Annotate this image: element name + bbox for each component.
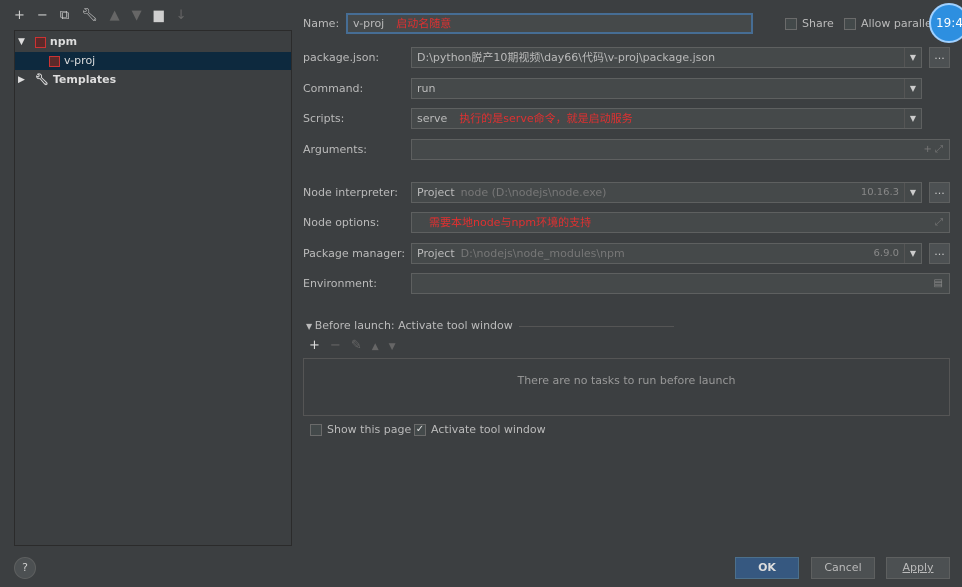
tree-item-npm[interactable]: ▼ npm (15, 33, 291, 51)
name-input[interactable]: v-proj 启动名随意 (346, 13, 753, 34)
up-icon[interactable]: ▲ (372, 338, 379, 356)
remove-icon[interactable]: − (330, 338, 341, 356)
config-tree: ▼ npm v-proj ▶ 🔧︎ Templates (14, 30, 292, 546)
pm-browse-button[interactable]: ... (929, 243, 950, 264)
scripts-select[interactable]: serve 执行的是serve命令，就是启动服务 ▼ (411, 108, 922, 129)
chevron-down-icon: ▼ (904, 79, 921, 98)
command-select[interactable]: run ▼ (411, 78, 922, 99)
name-label: Name: (303, 17, 340, 30)
environment-input[interactable]: ▤ (411, 273, 950, 294)
annotation: 执行的是serve命令，就是启动服务 (459, 112, 633, 125)
before-launch-header[interactable]: ▼ Before launch: Activate tool window (306, 319, 674, 332)
list-icon: ▤ (933, 278, 943, 289)
interpreter-browse-button[interactable]: ... (929, 182, 950, 203)
expand-icon: + ⤢ (923, 144, 943, 155)
collapse-icon: ▼ (306, 322, 315, 331)
help-button[interactable]: ? (14, 557, 36, 579)
share-checkbox[interactable]: Share (785, 17, 834, 30)
package-json-select[interactable]: D:\python脱产10期视频\day66\代码\v-proj\package… (411, 47, 922, 68)
down-icon[interactable]: ▼ (389, 338, 396, 356)
environment-label: Environment: (303, 277, 377, 290)
folder-icon[interactable]: ▆ (154, 8, 164, 23)
node-options-input[interactable]: 需要本地node与npm环境的支持 ⤢ (411, 212, 950, 233)
apply-button[interactable]: Apply (886, 557, 950, 579)
activate-tool-window-checkbox[interactable]: ✓ Activate tool window (414, 423, 546, 436)
tree-item-v-proj[interactable]: v-proj (15, 52, 291, 70)
browse-button[interactable]: ... (929, 47, 950, 68)
node-options-label: Node options: (303, 216, 380, 229)
expand-icon[interactable]: ▼ (18, 33, 25, 51)
ok-button[interactable]: OK (735, 557, 799, 579)
node-interpreter-select[interactable]: Project node (D:\nodejs\node.exe) 10.16.3 ▼ (411, 182, 922, 203)
npm-icon (34, 36, 46, 48)
sort-icon[interactable]: ↓ (176, 8, 187, 23)
chevron-down-icon: ▼ (904, 244, 921, 263)
show-page-checkbox[interactable]: Show this page (310, 423, 411, 436)
package-json-label: package.json: (303, 51, 380, 64)
scripts-label: Scripts: (303, 112, 345, 125)
arguments-label: Arguments: (303, 143, 368, 156)
npm-icon (49, 55, 60, 67)
collapse-icon[interactable]: ▶ (18, 71, 25, 89)
move-down-icon[interactable]: ▼ (132, 8, 142, 23)
move-up-icon[interactable]: ▲ (110, 8, 120, 23)
allow-parallel-checkbox[interactable]: Allow paralle (844, 17, 932, 30)
annotation: 需要本地node与npm环境的支持 (429, 216, 592, 229)
remove-icon[interactable]: − (37, 8, 48, 23)
chevron-down-icon: ▼ (904, 109, 921, 128)
tasks-list: There are no tasks to run before launch (303, 358, 950, 416)
add-icon[interactable]: + (14, 8, 25, 23)
node-interpreter-label: Node interpreter: (303, 186, 398, 199)
expand-icon: ⤢ (935, 217, 943, 228)
arguments-input[interactable]: + ⤢ (411, 139, 950, 160)
cancel-button[interactable]: Cancel (811, 557, 875, 579)
package-manager-label: Package manager: (303, 247, 406, 260)
chevron-down-icon: ▼ (904, 48, 921, 67)
add-icon[interactable]: + (309, 338, 320, 356)
edit-icon[interactable]: ✎ (351, 338, 362, 356)
tree-item-templates[interactable]: ▶ 🔧︎ Templates (15, 71, 291, 89)
copy-icon[interactable]: ⧉ (60, 8, 69, 23)
before-launch-toolbar: + − ✎ ▲ ▼ (309, 338, 396, 356)
chevron-down-icon: ▼ (904, 183, 921, 202)
command-label: Command: (303, 82, 364, 95)
time-badge: 19:4 (929, 3, 962, 43)
annotation: 启动名随意 (396, 17, 452, 30)
wrench-icon[interactable]: 🔧︎ (81, 8, 98, 23)
tree-toolbar: + − ⧉ 🔧︎ ▲ ▼ ▆ ↓ (14, 8, 187, 23)
wrench-icon: 🔧︎ (34, 73, 49, 86)
package-manager-select[interactable]: Project D:\nodejs\node_modules\npm 6.9.0 ▼ (411, 243, 922, 264)
